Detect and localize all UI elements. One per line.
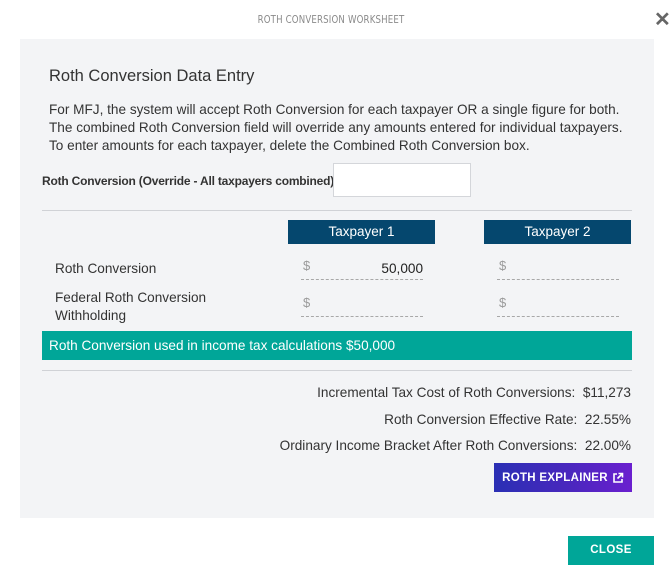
taxpayer-2-withholding-input[interactable]: $ <box>497 295 619 317</box>
card-heading: Roth Conversion Data Entry <box>49 67 255 85</box>
roth-conversion-label: Roth Conversion <box>55 261 157 276</box>
explainer-button-label: ROTH EXPLAINER <box>502 471 608 484</box>
divider <box>42 370 632 371</box>
summary-label: Roth Conversion Effective Rate: <box>384 412 578 427</box>
external-link-icon <box>613 472 624 483</box>
federal-withholding-label: Federal Roth Conversion Withholding <box>55 290 207 323</box>
card-description: For MFJ, the system will accept Roth Con… <box>49 101 649 155</box>
taxpayer-1-withholding-input[interactable]: $ <box>301 295 423 317</box>
close-x-icon[interactable]: ✕ <box>654 10 672 30</box>
field-value: 50,000 <box>381 261 423 276</box>
dollar-sign: $ <box>303 295 311 310</box>
close-button[interactable]: CLOSE <box>568 536 654 565</box>
taxpayer-1-header: Taxpayer 1 <box>288 220 435 244</box>
override-combined-input[interactable] <box>333 163 471 197</box>
ordinary-income-bracket: Ordinary Income Bracket After Roth Conve… <box>280 438 631 453</box>
summary-label: Incremental Tax Cost of Roth Conversions… <box>317 385 576 400</box>
description-line: To enter amounts for each taxpayer, dele… <box>49 138 530 153</box>
summary-label: Ordinary Income Bracket After Roth Conve… <box>279 438 578 453</box>
taxpayer-2-roth-conversion-input[interactable]: $ <box>497 258 619 280</box>
description-line: The combined Roth Conversion field will … <box>49 120 623 135</box>
taxpayer-1-roth-conversion-input[interactable]: $ 50,000 <box>301 258 423 280</box>
dollar-sign: $ <box>499 258 507 273</box>
modal-title: ROTH CONVERSION WORKSHEET <box>257 14 405 26</box>
override-label: Roth Conversion (Override - All taxpayer… <box>42 174 335 188</box>
effective-rate: Roth Conversion Effective Rate: 22.55% <box>384 412 631 427</box>
description-line: For MFJ, the system will accept Roth Con… <box>49 102 620 117</box>
summary-value: $11,273 <box>582 385 631 400</box>
incremental-tax-cost: Incremental Tax Cost of Roth Conversions… <box>317 385 631 400</box>
taxpayer-2-header: Taxpayer 2 <box>484 220 631 244</box>
dollar-sign: $ <box>499 295 507 310</box>
divider <box>42 210 632 211</box>
roth-explainer-button[interactable]: ROTH EXPLAINER <box>494 463 632 492</box>
data-entry-card: Roth Conversion Data Entry For MFJ, the … <box>20 39 654 518</box>
dollar-sign: $ <box>303 258 311 273</box>
roth-used-banner: Roth Conversion used in income tax calcu… <box>42 331 632 360</box>
summary-value: 22.55% <box>584 412 631 427</box>
summary-value: 22.00% <box>584 438 631 453</box>
